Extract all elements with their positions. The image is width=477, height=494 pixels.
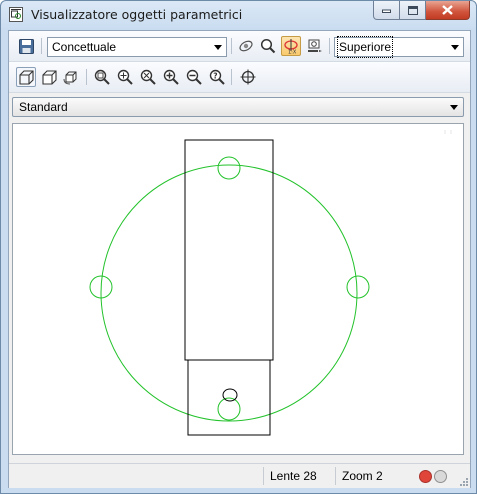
chevron-down-icon [210, 38, 226, 56]
toolbar-main: Concettuale 1:X Superiore [9, 31, 470, 62]
maximize-icon [407, 5, 418, 15]
zoom-extents-icon [140, 69, 156, 85]
zoom-in-icon [163, 69, 179, 85]
svg-text:?: ? [213, 72, 217, 81]
view-properties-button[interactable] [305, 36, 325, 56]
zoom-window-icon [94, 69, 110, 85]
orbit-button[interactable] [236, 36, 256, 56]
save-button[interactable] [16, 36, 36, 56]
title-bar[interactable]: Visualizzatore oggetti parametrici [1, 1, 476, 29]
view-direction-value: Superiore [336, 36, 394, 58]
bottom-small-circle [222, 388, 238, 402]
lens-status: Lente 28 [263, 467, 336, 485]
record-indicator-icon[interactable] [419, 470, 432, 483]
cube-orbit-button[interactable] [61, 67, 81, 87]
client-area: Concettuale 1:X Superiore ? Standard Len… [8, 30, 471, 488]
right-grip-circle [346, 275, 370, 299]
crosshair-icon [240, 69, 256, 85]
zoom-status: Zoom 2 [335, 467, 408, 485]
wireframe-box-button[interactable] [16, 67, 36, 87]
magnifier-icon [260, 38, 276, 54]
close-icon [442, 5, 453, 15]
orbit-icon [239, 40, 253, 52]
zoom-in-button[interactable] [161, 67, 181, 87]
visual-style-selector[interactable]: Standard [12, 97, 464, 117]
cube-wireframe-icon [18, 69, 34, 85]
window-title: Visualizzatore oggetti parametrici [31, 7, 243, 22]
visual-style-dropdown[interactable]: Concettuale [47, 37, 227, 57]
upper-rectangle [184, 139, 274, 361]
drawing-viewport[interactable] [12, 123, 464, 455]
top-grip-circle [217, 156, 241, 180]
zoom-window-button[interactable] [92, 67, 112, 87]
zoom-extents-button[interactable] [138, 67, 158, 87]
visual-style-value: Concettuale [52, 40, 117, 54]
zoom-center-button[interactable] [115, 67, 135, 87]
resize-grip-icon[interactable] [459, 477, 469, 487]
chevron-down-icon [447, 98, 461, 116]
zoom-realtime-button[interactable] [258, 36, 278, 56]
visual-style-selector-value: Standard [19, 100, 68, 114]
zoom-question-icon: ? [209, 69, 225, 85]
minimize-button[interactable] [373, 1, 400, 20]
cube-rotate-icon [63, 71, 77, 84]
toolbar-view: ? [9, 62, 470, 93]
cube-icon [41, 69, 57, 85]
svg-text:1:X: 1:X [288, 50, 297, 55]
minimize-icon [382, 9, 391, 13]
zoom-out-button[interactable] [184, 67, 204, 87]
view-direction-dropdown[interactable]: Superiore [334, 36, 464, 58]
status-bar: Lente 28 Zoom 2 [9, 463, 470, 488]
floppy-disk-icon [18, 38, 34, 54]
zoom-help-button[interactable]: ? [207, 67, 227, 87]
chevron-down-icon [447, 38, 463, 56]
target-button[interactable] [238, 67, 258, 87]
cube-3d-button[interactable] [39, 67, 59, 87]
zoom-center-icon [117, 69, 133, 85]
outer-circle [100, 164, 358, 422]
viewer-window: Visualizzatore oggetti parametrici Conce… [0, 0, 477, 494]
idle-indicator-icon[interactable] [434, 470, 447, 483]
maximize-button[interactable] [400, 1, 426, 20]
orbit-circle-icon: 1:X [284, 39, 298, 55]
zoom-out-icon [186, 69, 202, 85]
camera-settings-icon [308, 39, 322, 52]
parametric-drawing [89, 130, 452, 436]
close-button[interactable] [426, 1, 470, 20]
app-icon [9, 7, 23, 22]
constrained-orbit-button[interactable]: 1:X [281, 36, 301, 56]
